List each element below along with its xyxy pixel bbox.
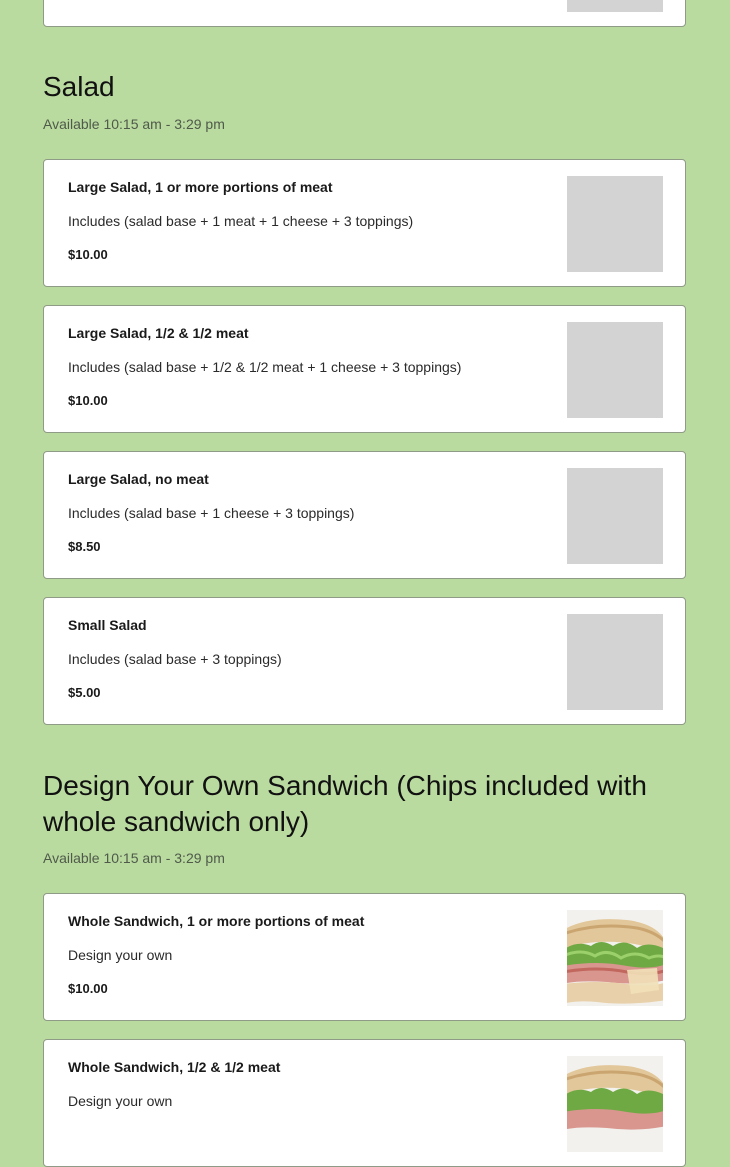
menu-item-card[interactable]: Large Salad, no meat Includes (salad bas… — [43, 451, 686, 579]
menu-item-name: Large Salad, 1/2 & 1/2 meat — [68, 325, 249, 341]
menu-item-price: $10.00 — [68, 393, 108, 408]
menu-item-price: $10.00 — [68, 981, 108, 996]
menu-item-card-previous[interactable] — [43, 0, 686, 27]
menu-item-image-placeholder — [567, 176, 663, 272]
menu-item-description: Includes (salad base + 1 cheese + 3 topp… — [68, 505, 355, 521]
sandwich-photo — [567, 910, 663, 1006]
menu-item-name: Large Salad, 1 or more portions of meat — [68, 179, 333, 195]
menu-item-card[interactable]: Whole Sandwich, 1 or more portions of me… — [43, 893, 686, 1021]
menu-item-image-placeholder — [567, 614, 663, 710]
menu-item-card[interactable]: Large Salad, 1 or more portions of meat … — [43, 159, 686, 287]
menu-item-name: Whole Sandwich, 1 or more portions of me… — [68, 913, 365, 929]
menu-item-card[interactable]: Large Salad, 1/2 & 1/2 meat Includes (sa… — [43, 305, 686, 433]
sandwich-photo — [567, 1056, 663, 1152]
menu-item-description: Includes (salad base + 1/2 & 1/2 meat + … — [68, 359, 462, 375]
section-hours-sandwich: Available 10:15 am - 3:29 pm — [43, 850, 225, 866]
menu-item-card[interactable]: Small Salad Includes (salad base + 3 top… — [43, 597, 686, 725]
menu-item-price: $5.00 — [68, 685, 101, 700]
menu-item-image-placeholder — [567, 468, 663, 564]
menu-item-image-placeholder — [567, 322, 663, 418]
menu-item-card[interactable]: Whole Sandwich, 1/2 & 1/2 meat Design yo… — [43, 1039, 686, 1167]
menu-item-description: Design your own — [68, 1093, 173, 1109]
menu-item-name: Large Salad, no meat — [68, 471, 209, 487]
menu-item-price: $8.50 — [68, 539, 101, 554]
menu-item-name: Whole Sandwich, 1/2 & 1/2 meat — [68, 1059, 281, 1075]
menu-item-price: $10.00 — [68, 247, 108, 262]
menu-item-description: Includes (salad base + 3 toppings) — [68, 651, 282, 667]
section-hours-salad: Available 10:15 am - 3:29 pm — [43, 116, 225, 132]
section-title-salad: Salad — [43, 71, 115, 102]
menu-item-description: Includes (salad base + 1 meat + 1 cheese… — [68, 213, 414, 229]
menu-item-name: Small Salad — [68, 617, 147, 633]
menu-item-image-placeholder — [567, 0, 663, 12]
section-title-sandwich: Design Your Own Sandwich (Chips included… — [43, 770, 647, 837]
menu-item-description: Design your own — [68, 947, 173, 963]
